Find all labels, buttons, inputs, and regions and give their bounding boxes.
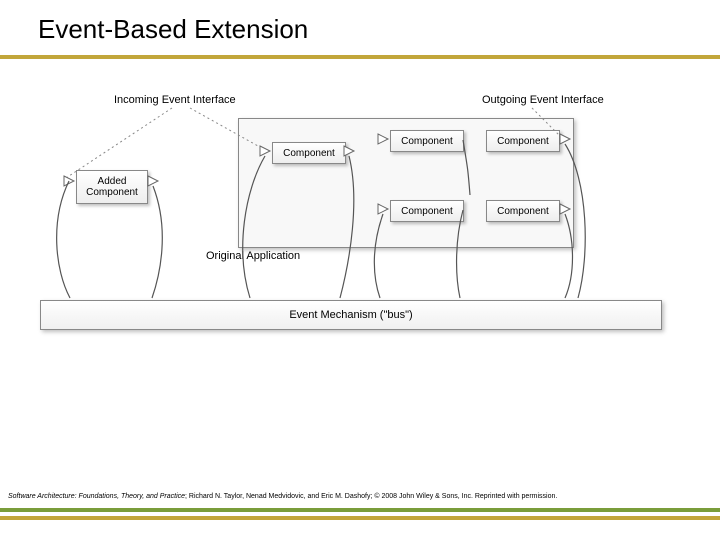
footer-rest: ; Richard N. Taylor, Nenad Medvidovic, a…	[185, 493, 557, 500]
architecture-diagram: Incoming Event Interface Outgoing Event …	[60, 80, 660, 360]
decor-rule-bottom-green	[0, 508, 720, 512]
diagram-wires	[60, 80, 660, 360]
slide-title: Event-Based Extension	[38, 14, 308, 45]
decor-rule-top	[0, 55, 720, 59]
decor-rule-bottom-gold	[0, 516, 720, 520]
footer-citation: Software Architecture: Foundations, Theo…	[8, 493, 712, 500]
footer-book-title: Software Architecture: Foundations, Theo…	[8, 493, 185, 500]
